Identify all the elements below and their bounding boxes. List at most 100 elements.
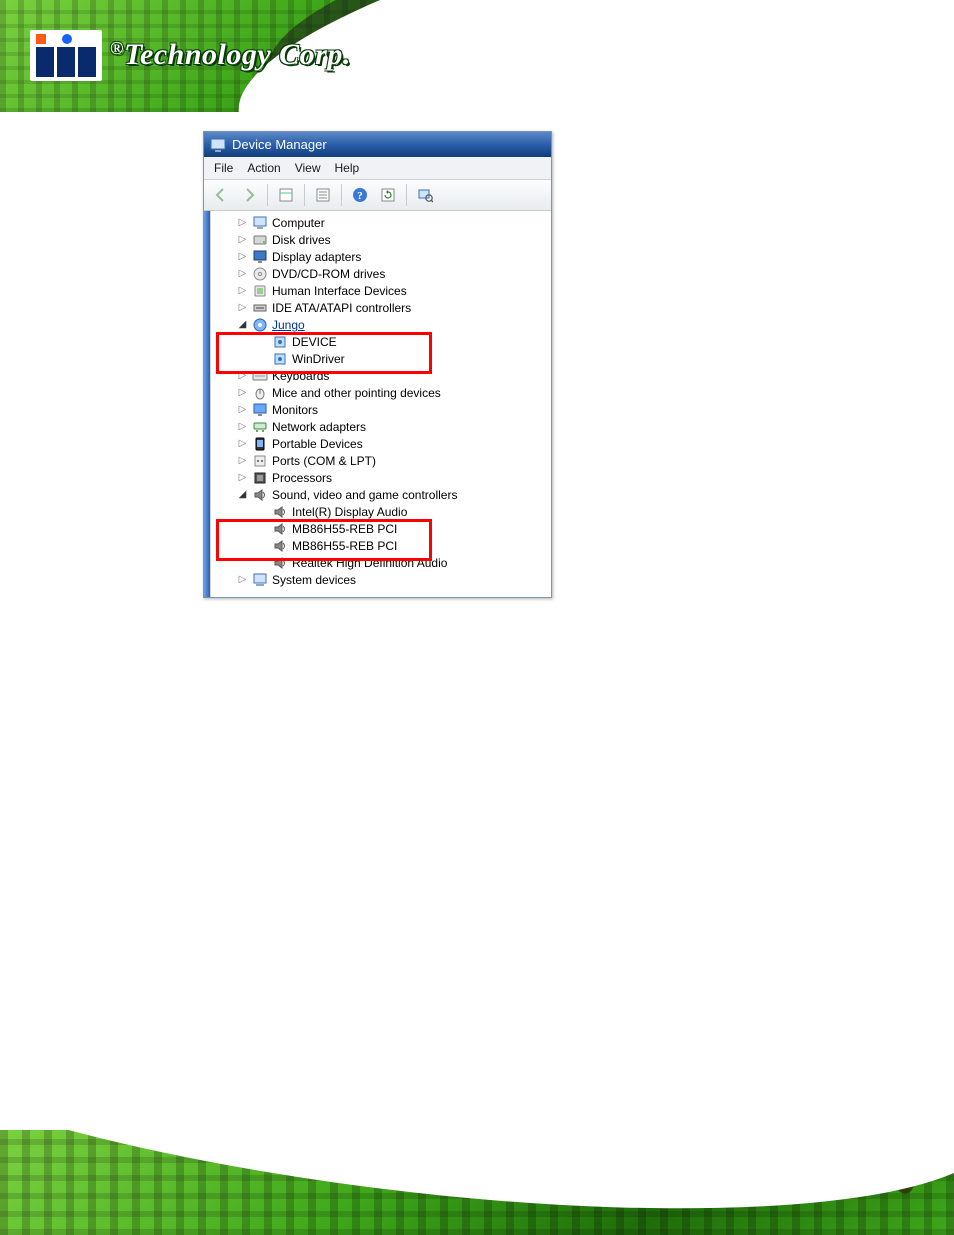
expand-icon[interactable]: ▷ [237,421,248,432]
cpu-icon [252,470,268,486]
tree-node[interactable]: ▷Display adapters [213,248,549,265]
company-name: Technology Corp. [124,38,351,71]
top-banner: ®Technology Corp. [0,0,954,112]
tree-node-label: System devices [272,573,356,587]
show-hidden-icon [278,187,294,203]
tree-node-label: Network adapters [272,420,366,434]
expand-icon[interactable]: ▷ [237,234,248,245]
cdrom-icon [252,266,268,282]
toolbar-separator [406,184,407,206]
tree-node[interactable]: ▷Realtek High Definition Audio [213,554,549,571]
show-hidden-button[interactable] [273,182,299,208]
back-button[interactable] [208,182,234,208]
registered-mark: ® [110,38,124,58]
menu-action[interactable]: Action [247,161,280,175]
speaker-icon [272,538,288,554]
help-button[interactable]: ? [347,182,373,208]
expand-icon[interactable]: ▷ [237,455,248,466]
expand-icon[interactable]: ▷ [237,268,248,279]
display-icon [252,249,268,265]
ports-icon [252,453,268,469]
device-icon [272,351,288,367]
tree-node[interactable]: ▷Human Interface Devices [213,282,549,299]
tree-node-label: Keyboards [272,369,329,383]
tree-node-label: Monitors [272,403,318,417]
toolbar: ? [204,180,551,211]
tree-node-label: Processors [272,471,332,485]
collapse-icon[interactable]: ◢ [237,319,248,330]
tree-node[interactable]: ▷Intel(R) Display Audio [213,503,549,520]
tree-node[interactable]: ▷ DVD/CD-ROM drives [213,265,549,282]
portable-icon [252,436,268,452]
speaker-icon [272,555,288,571]
svg-text:?: ? [357,190,363,202]
expand-icon[interactable]: ▷ [237,472,248,483]
iei-logo-icon [30,30,102,81]
expand-icon[interactable]: ▷ [237,404,248,415]
tree-node[interactable]: ▷ System devices [213,571,549,588]
tree-node[interactable]: ▷MB86H55-REB PCI [213,520,549,537]
forward-button[interactable] [236,182,262,208]
keyboard-icon [252,368,268,384]
tree-node[interactable]: ▷MB86H55-REB PCI [213,537,549,554]
tree-node-label: Intel(R) Display Audio [292,505,407,519]
expand-icon[interactable]: ▷ [237,251,248,262]
system-icon [252,572,268,588]
refresh-icon [380,187,396,203]
device-manager-body: ▷Computer▷Disk drives▷Display adapters▷D… [204,211,551,597]
tree-node[interactable]: ▷ Network adapters [213,418,549,435]
menu-file[interactable]: File [214,161,233,175]
tree-node[interactable]: ▷Computer [213,214,549,231]
tree-node[interactable]: ◢ Sound, video and game controllers [213,486,549,503]
tree-node-label: MB86H55-REB PCI [292,539,397,553]
refresh-button[interactable] [375,182,401,208]
tree-node[interactable]: ▷Ports (COM & LPT) [213,452,549,469]
tree-node-label: Sound, video and game controllers [272,488,457,502]
tree-node-label: Disk drives [272,233,331,247]
sound-icon [252,487,268,503]
tree-node-label: DVD/CD-ROM drives [272,267,385,281]
expand-icon[interactable]: ▷ [237,387,248,398]
title-bar[interactable]: Device Manager [204,132,551,157]
tree-node[interactable]: ▷WinDriver [213,350,549,367]
properties-button[interactable] [310,182,336,208]
expand-icon[interactable]: ▷ [237,370,248,381]
bottom-banner [0,1130,954,1235]
expand-icon[interactable]: ▷ [237,574,248,585]
device-icon [272,334,288,350]
tree-node[interactable]: ▷ Keyboards [213,367,549,384]
window-title-text: Device Manager [232,137,327,152]
menu-view[interactable]: View [295,161,321,175]
tree-node[interactable]: ▷ Monitors [213,401,549,418]
ide-icon [252,300,268,316]
expand-icon[interactable]: ▷ [237,302,248,313]
device-manager-window: Device Manager File Action View Help ? [203,131,552,598]
network-icon [252,419,268,435]
toolbar-separator [341,184,342,206]
tree-node[interactable]: ▷DEVICE [213,333,549,350]
left-rail [204,211,211,597]
expand-icon[interactable]: ▷ [237,217,248,228]
tree-node-label: MB86H55-REB PCI [292,522,397,536]
scan-hardware-icon [417,187,433,203]
tree-node[interactable]: ▷Portable Devices [213,435,549,452]
tree-node-label: Realtek High Definition Audio [292,556,447,570]
mouse-icon [252,385,268,401]
tree-node[interactable]: ▷ Disk drives [213,231,549,248]
hid-icon [252,283,268,299]
logo-area: ®Technology Corp. [30,20,351,90]
tree-node-label: Mice and other pointing devices [272,386,441,400]
toolbar-separator [267,184,268,206]
properties-icon [315,187,331,203]
scan-hardware-button[interactable] [412,182,438,208]
tree-node[interactable]: ▷IDE ATA/ATAPI controllers [213,299,549,316]
tree-node[interactable]: ▷ Processors [213,469,549,486]
device-tree[interactable]: ▷Computer▷Disk drives▷Display adapters▷D… [211,211,551,597]
expand-icon[interactable]: ▷ [237,438,248,449]
menu-help[interactable]: Help [335,161,360,175]
expand-icon[interactable]: ▷ [237,285,248,296]
tree-node[interactable]: ◢Jungo [213,316,549,333]
collapse-icon[interactable]: ◢ [237,489,248,500]
tree-node[interactable]: ▷ Mice and other pointing devices [213,384,549,401]
tree-node-label: WinDriver [292,352,345,366]
